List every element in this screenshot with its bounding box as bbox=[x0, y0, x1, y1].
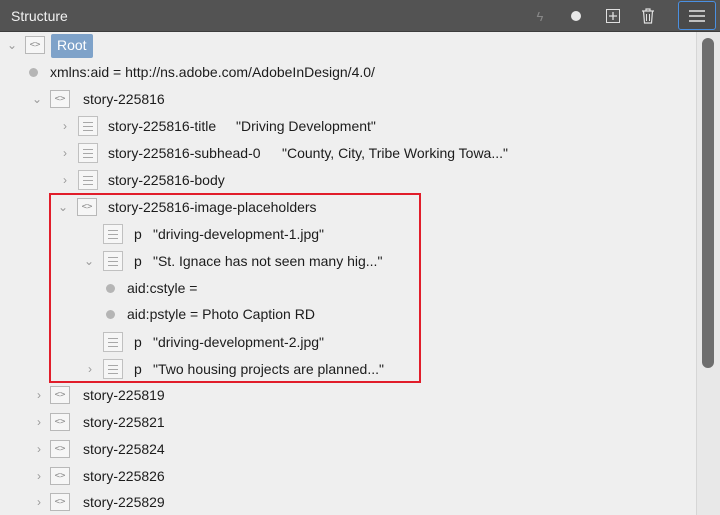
element-icon: <> bbox=[50, 386, 70, 404]
tree-row-body[interactable]: › story-225816-body bbox=[0, 168, 696, 194]
tree-node-label: story-225816-subhead-0 bbox=[108, 145, 261, 161]
lightning-icon[interactable]: ϟ bbox=[529, 5, 551, 27]
element-icon: <> bbox=[25, 36, 45, 54]
chevron-right-icon[interactable]: › bbox=[33, 470, 45, 482]
attribute-bullet-icon bbox=[29, 68, 38, 77]
paragraph-icon bbox=[78, 116, 98, 136]
panel-header: Structure ϟ bbox=[0, 0, 720, 32]
chevron-right-icon[interactable]: › bbox=[33, 443, 45, 455]
tree-row-story[interactable]: › <> story-225821 bbox=[0, 410, 696, 436]
element-icon: <> bbox=[50, 90, 70, 108]
tree-node-label[interactable]: Root bbox=[51, 34, 93, 58]
tree-node-value: "County, City, Tribe Working Towa..." bbox=[282, 145, 508, 161]
vertical-scrollbar[interactable] bbox=[696, 32, 720, 515]
tree-node-label: story-225829 bbox=[83, 494, 165, 510]
menu-icon bbox=[689, 9, 705, 22]
tree-row-story[interactable]: › <> story-225824 bbox=[0, 437, 696, 463]
element-icon: <> bbox=[50, 467, 70, 485]
chevron-right-icon[interactable]: › bbox=[59, 120, 71, 132]
element-icon: <> bbox=[50, 413, 70, 431]
tree-row-story[interactable]: › <> story-225826 bbox=[0, 464, 696, 490]
tree-row-root[interactable]: ⌄ <> Root bbox=[0, 33, 696, 59]
tree-row-subhead[interactable]: › story-225816-subhead-0 "County, City, … bbox=[0, 141, 696, 167]
chevron-down-icon[interactable]: ⌄ bbox=[31, 93, 43, 105]
chevron-right-icon[interactable]: › bbox=[59, 174, 71, 186]
tree-node-label: story-225821 bbox=[83, 414, 165, 430]
paragraph-icon bbox=[78, 170, 98, 190]
chevron-right-icon[interactable]: › bbox=[33, 389, 45, 401]
scrollbar-thumb[interactable] bbox=[702, 38, 714, 368]
tree-node-label: story-225819 bbox=[83, 387, 165, 403]
tree-row-story[interactable]: › <> story-225829 bbox=[0, 490, 696, 515]
tree-node-label: xmlns:aid = http://ns.adobe.com/AdobeInD… bbox=[50, 64, 375, 80]
paragraph-icon bbox=[78, 143, 98, 163]
tree-row-story-225816[interactable]: ⌄ <> story-225816 bbox=[0, 87, 696, 113]
tree-node-label: story-225816 bbox=[83, 91, 165, 107]
tree-node-label: story-225816-body bbox=[108, 172, 225, 188]
tree-node-label: story-225826 bbox=[83, 468, 165, 484]
chevron-down-icon[interactable]: ⌄ bbox=[6, 39, 18, 51]
tree-row-story[interactable]: › <> story-225819 bbox=[0, 383, 696, 409]
panel-menu-button[interactable] bbox=[678, 1, 716, 30]
annotation-highlight-box bbox=[49, 193, 421, 383]
tree-node-value: "Driving Development" bbox=[236, 118, 376, 134]
chevron-right-icon[interactable]: › bbox=[33, 416, 45, 428]
element-icon: <> bbox=[50, 493, 70, 511]
tree-node-label: story-225816-title bbox=[108, 118, 217, 134]
add-icon[interactable] bbox=[602, 5, 624, 27]
tree-row-title[interactable]: › story-225816-title "Driving Developmen… bbox=[0, 114, 696, 140]
chevron-right-icon[interactable]: › bbox=[59, 147, 71, 159]
tree-row-xmlns[interactable]: xmlns:aid = http://ns.adobe.com/AdobeInD… bbox=[0, 60, 696, 86]
trash-icon[interactable] bbox=[637, 5, 659, 27]
panel-title: Structure bbox=[11, 8, 68, 24]
element-icon: <> bbox=[50, 440, 70, 458]
tree-node-label: story-225824 bbox=[83, 441, 165, 457]
chevron-right-icon[interactable]: › bbox=[33, 496, 45, 508]
dot-icon[interactable] bbox=[565, 5, 587, 27]
